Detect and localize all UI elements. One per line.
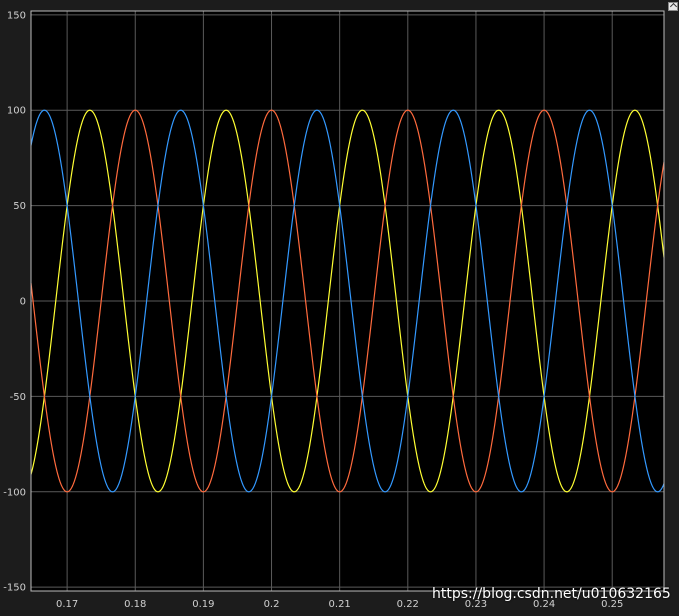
y-tick-labels: 150 100 50 0 -50 -100 -150 [3, 10, 26, 593]
x-tick-label: 0.19 [192, 599, 214, 610]
y-tick-label: -50 [10, 392, 26, 403]
y-tick-label: 0 [20, 297, 26, 308]
restore-axes-button[interactable] [668, 2, 678, 11]
scope-plot: 150 100 50 0 -50 -100 -150 0.17 0.18 0.19 0.2 0.21… [3, 10, 665, 610]
y-tick-label: -150 [3, 583, 26, 594]
y-tick-label: -100 [3, 487, 26, 498]
x-tick-label: 0.18 [124, 599, 146, 610]
watermark-text: https://blog.csdn.net/u010632165 [432, 586, 671, 602]
x-tick-label: 0.21 [329, 599, 351, 610]
x-tick-label: 0.22 [397, 599, 419, 610]
x-tick-label: 0.2 [264, 599, 280, 610]
x-tick-label: 0.17 [56, 599, 78, 610]
y-tick-label: 150 [7, 10, 26, 21]
y-tick-label: 50 [13, 201, 26, 212]
y-tick-label: 100 [7, 106, 26, 117]
